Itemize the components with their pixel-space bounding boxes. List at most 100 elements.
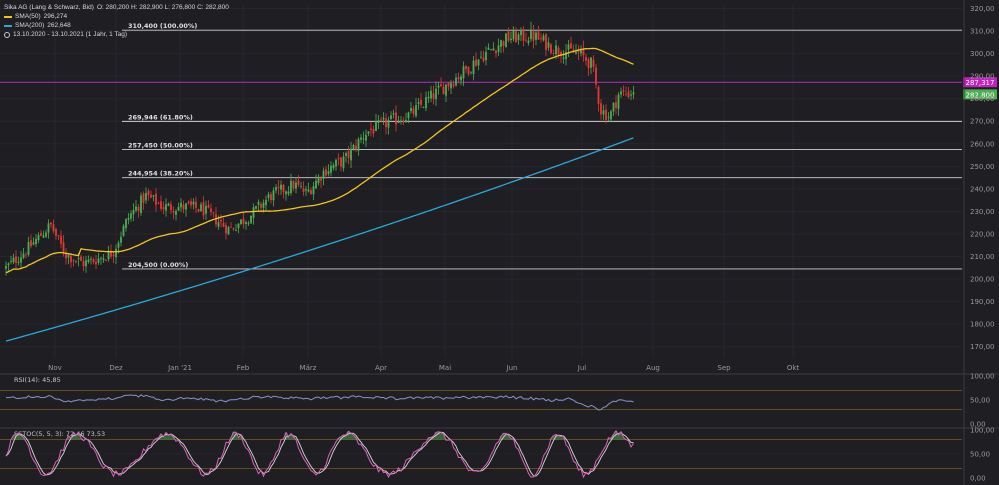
candle-body: [530, 29, 532, 40]
candle-body: [607, 117, 610, 118]
candle-body: [335, 159, 337, 167]
candle-body: [227, 227, 230, 235]
y-tick-label: 300,00: [970, 50, 995, 58]
candle-body: [532, 31, 535, 41]
x-tick-label: Jan '21: [167, 364, 192, 372]
y-tick-label: 230,00: [970, 208, 995, 216]
fibonacci-level-label: 269,946 (61.80%): [128, 113, 193, 121]
candle-body: [390, 115, 392, 119]
candle-body: [375, 121, 377, 131]
candle-body: [170, 204, 172, 211]
candle-body: [350, 148, 352, 161]
candle-body: [590, 57, 592, 68]
candle-body: [585, 56, 587, 61]
candle-body: [312, 186, 315, 195]
candle-body: [615, 102, 617, 108]
candle-body: [195, 201, 197, 208]
candle-body: [367, 131, 370, 134]
y-tick-label: 320,00: [970, 5, 995, 13]
candle-body: [150, 194, 152, 198]
x-tick-label: Nov: [48, 364, 62, 372]
candle-body: [440, 84, 442, 87]
candle-body: [242, 218, 245, 224]
candle-body: [225, 225, 227, 234]
legend-sma200[interactable]: SMA(200) 262,648: [4, 21, 229, 30]
candle-body: [412, 108, 415, 115]
candle-body: [400, 120, 402, 122]
candle-body: [500, 40, 502, 47]
ohlc-values: O: 280,200 H: 282,900 L: 276,800 C: 282,…: [96, 4, 229, 11]
panel-tick-label: 50,00: [970, 397, 990, 405]
x-axis: Nov Dez Jan '21 Feb März Apr Mai Jun Jul Aug Sep Ok…: [48, 364, 799, 372]
candle-body: [60, 235, 62, 244]
candle-body: [632, 92, 635, 95]
candle-body: [142, 193, 145, 203]
date-range-row[interactable]: 13.10.2020 - 13.10.2021 (1 Jahr, 1 Tag): [4, 30, 229, 39]
candle-body: [252, 207, 255, 218]
price-chart[interactable]: 310,400 (100.00%)269,946 (61.80%)257,450…: [0, 0, 999, 485]
candle-body: [625, 93, 627, 95]
candle-body: [370, 128, 372, 131]
candle-body: [75, 260, 77, 262]
candle-body: [220, 219, 222, 222]
candle-body: [212, 212, 215, 213]
x-tick-label: Jul: [577, 364, 587, 372]
candle-body: [630, 94, 632, 96]
candle-body: [492, 48, 495, 51]
candle-body: [380, 119, 382, 121]
x-tick-label: Dez: [109, 364, 123, 372]
candle-body: [272, 190, 275, 201]
fibonacci-level-label: 244,954 (38.20%): [128, 170, 193, 178]
x-tick-label: Feb: [237, 364, 250, 372]
candle-body: [557, 47, 560, 55]
candle-body: [502, 41, 505, 46]
candle-body: [222, 223, 225, 227]
fibonacci-levels: 310,400 (100.00%)269,946 (61.80%)257,450…: [0, 22, 997, 270]
candle-body: [480, 56, 482, 58]
y-tick-label: 310,00: [970, 28, 995, 36]
candle-body: [200, 204, 202, 212]
candle-body: [5, 265, 7, 269]
y-tick-label: 240,00: [970, 185, 995, 193]
candle-body: [415, 105, 417, 117]
candle-body: [510, 38, 512, 41]
candle-body: [70, 256, 72, 263]
panel-tick-label: 100,00: [970, 373, 995, 381]
candle-body: [105, 260, 107, 261]
candle-body: [12, 257, 15, 263]
candle-body: [282, 184, 285, 193]
candle-body: [102, 258, 105, 261]
candle-body: [42, 235, 45, 238]
candle-body: [387, 120, 390, 128]
candle-body: [605, 109, 607, 121]
x-tick-label: Aug: [646, 364, 660, 372]
candle-body: [122, 225, 125, 236]
y-tick-label: 200,00: [970, 276, 995, 284]
candle-body: [362, 138, 365, 140]
y-tick-label: 290,00: [970, 73, 995, 81]
candle-body: [377, 120, 380, 123]
candle-body: [360, 137, 362, 140]
candle-body: [315, 180, 317, 189]
candle-body: [277, 186, 280, 188]
legend-sma50[interactable]: SMA(50) 296,274: [4, 12, 229, 21]
candle-body: [355, 145, 357, 150]
candle-body: [447, 82, 450, 87]
instrument-row: Sika AG (Lang & Schwarz, Bid) O: 280,200…: [4, 3, 229, 12]
candle-body: [57, 235, 60, 237]
y-tick-label: 260,00: [970, 140, 995, 148]
candle-body: [137, 206, 140, 211]
candle-body: [80, 256, 82, 261]
panel-title: SSTOC(5, 5, 3): 72,46 73,53: [14, 430, 105, 438]
candle-body: [405, 119, 407, 123]
candle-body: [152, 195, 155, 197]
candlesticks: [5, 21, 635, 276]
candle-body: [62, 242, 65, 254]
y-tick-label: 190,00: [970, 298, 995, 306]
candle-body: [445, 84, 447, 96]
sma200-value: 262,648: [47, 22, 71, 29]
candle-body: [115, 248, 117, 258]
candle-body: [420, 99, 422, 105]
candle-body: [135, 206, 137, 211]
candle-body: [475, 59, 477, 66]
